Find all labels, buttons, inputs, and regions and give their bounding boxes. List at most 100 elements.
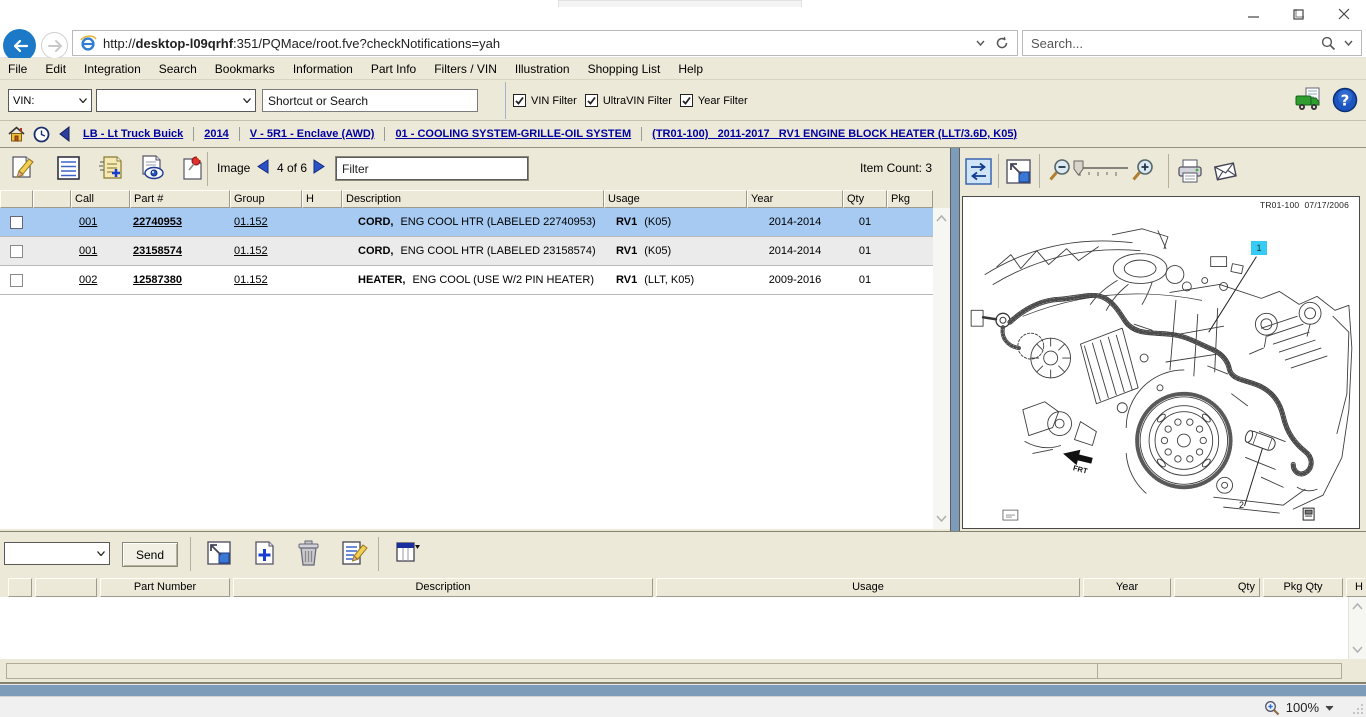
- columns-icon[interactable]: [395, 540, 421, 565]
- scroll-down-icon[interactable]: [1351, 643, 1364, 656]
- row-checkbox[interactable]: [10, 216, 23, 229]
- illustration-viewport[interactable]: TR01-100 07/17/2006 1 2 FRT: [962, 196, 1360, 529]
- fit-image-icon[interactable]: [1005, 158, 1032, 185]
- prev-image-icon[interactable]: [257, 159, 269, 174]
- search-input[interactable]: [1023, 36, 1321, 51]
- parts-row[interactable]: 001 22740953 01.152 CORD,ENG COOL HTR (L…: [0, 208, 933, 237]
- menu-item[interactable]: Bookmarks: [206, 62, 284, 76]
- swap-panel-icon[interactable]: [965, 158, 992, 185]
- column-header[interactable]: Year: [1083, 578, 1171, 597]
- column-header[interactable]: [0, 190, 33, 208]
- shopping-scrollbar[interactable]: [1348, 597, 1366, 659]
- delete-icon[interactable]: [296, 540, 321, 567]
- zoom-in-icon[interactable]: [1131, 158, 1155, 184]
- menu-item[interactable]: Edit: [36, 62, 75, 76]
- email-icon[interactable]: [1212, 158, 1239, 185]
- forward-button[interactable]: [41, 32, 68, 59]
- breadcrumb-link[interactable]: LB - Lt Truck Buick: [83, 128, 183, 140]
- part-number-link[interactable]: 22740953: [130, 216, 230, 228]
- panel-splitter[interactable]: [950, 148, 960, 531]
- preview-icon[interactable]: [139, 154, 168, 182]
- help-icon[interactable]: ?: [1332, 87, 1358, 113]
- history-icon[interactable]: [33, 126, 50, 143]
- edit-list-icon[interactable]: [340, 540, 368, 567]
- add-item-icon[interactable]: [252, 540, 278, 567]
- column-header[interactable]: Group: [230, 190, 302, 208]
- call-link[interactable]: 001: [71, 216, 130, 228]
- call-link[interactable]: 002: [71, 274, 130, 286]
- parts-scrollbar[interactable]: [933, 208, 950, 529]
- address-bar[interactable]: http://desktop-l09qrhf:351/PQMace/root.f…: [72, 30, 1018, 56]
- close-button[interactable]: [1321, 0, 1366, 28]
- menu-item[interactable]: Search: [150, 62, 206, 76]
- callout-1[interactable]: 1: [1251, 241, 1267, 255]
- column-header[interactable]: H: [1346, 578, 1366, 597]
- zoom-slider[interactable]: [1072, 160, 1130, 184]
- scroll-up-icon[interactable]: [1351, 600, 1364, 613]
- filter-checkbox[interactable]: Year Filter: [680, 94, 748, 107]
- shortcut-search-input[interactable]: [262, 89, 478, 112]
- breadcrumb-link[interactable]: 01 - COOLING SYSTEM-GRILLE-OIL SYSTEM: [395, 128, 631, 140]
- print-icon[interactable]: [1176, 158, 1204, 185]
- column-header[interactable]: [8, 578, 32, 597]
- column-header[interactable]: Description: [342, 190, 604, 208]
- zoom-control[interactable]: 100%: [1264, 697, 1334, 717]
- resize-grip[interactable]: [1352, 703, 1364, 715]
- column-header[interactable]: Usage: [656, 578, 1080, 597]
- search-dropdown-icon[interactable]: [1344, 40, 1353, 46]
- column-header[interactable]: Description: [233, 578, 653, 597]
- address-dropdown-icon[interactable]: [976, 40, 985, 46]
- browser-tab[interactable]: [558, 0, 802, 7]
- parts-row[interactable]: 002 12587380 01.152 HEATER,ENG COOL (USE…: [0, 266, 933, 295]
- callout-2[interactable]: 2: [1239, 500, 1244, 510]
- list-view-icon[interactable]: [55, 154, 82, 182]
- menu-item[interactable]: Part Info: [362, 62, 425, 76]
- scroll-down-icon[interactable]: [935, 512, 948, 525]
- row-checkbox[interactable]: [10, 274, 23, 287]
- home-icon[interactable]: [8, 126, 25, 142]
- group-link[interactable]: 01.152: [230, 274, 302, 286]
- column-header[interactable]: Pkg Qty: [1263, 578, 1343, 597]
- menu-item[interactable]: Filters / VIN: [425, 62, 506, 76]
- minimize-button[interactable]: [1231, 0, 1276, 28]
- parts-row[interactable]: 001 23158574 01.152 CORD,ENG COOL HTR (L…: [0, 237, 933, 266]
- scroll-up-icon[interactable]: [935, 212, 948, 225]
- column-header[interactable]: Year: [747, 190, 843, 208]
- row-checkbox[interactable]: [10, 245, 23, 258]
- menu-item[interactable]: Integration: [75, 62, 150, 76]
- search-icon[interactable]: [1321, 36, 1336, 51]
- column-header[interactable]: Part #: [130, 190, 230, 208]
- zoom-out-icon[interactable]: [1048, 158, 1072, 184]
- vin-value-select[interactable]: [96, 89, 256, 112]
- notes-icon[interactable]: [10, 154, 37, 182]
- column-header[interactable]: [35, 578, 97, 597]
- resize-panel-icon[interactable]: [206, 540, 232, 566]
- part-number-link[interactable]: 23158574: [130, 245, 230, 257]
- menu-item[interactable]: Shopping List: [579, 62, 670, 76]
- horizontal-scrollbar-track[interactable]: [6, 663, 1342, 679]
- call-link[interactable]: 001: [71, 245, 130, 257]
- column-header[interactable]: Qty: [1174, 578, 1260, 597]
- part-number-link[interactable]: 12587380: [130, 274, 230, 286]
- vin-type-select[interactable]: VIN:: [8, 89, 92, 112]
- column-header[interactable]: Call: [71, 190, 130, 208]
- next-image-icon[interactable]: [313, 159, 325, 174]
- shopping-table-body[interactable]: [0, 597, 1366, 659]
- menu-item[interactable]: Information: [284, 62, 362, 76]
- filter-input[interactable]: [336, 157, 528, 180]
- send-button[interactable]: Send: [122, 542, 178, 567]
- pushpin-icon[interactable]: [180, 154, 206, 182]
- column-header[interactable]: Pkg: [887, 190, 933, 208]
- column-header[interactable]: H: [302, 190, 342, 208]
- destination-select[interactable]: [4, 542, 110, 565]
- group-link[interactable]: 01.152: [230, 216, 302, 228]
- column-header[interactable]: Qty: [843, 190, 887, 208]
- menu-item[interactable]: Help: [669, 62, 712, 76]
- vehicle-info-icon[interactable]: [1294, 87, 1322, 113]
- menu-item[interactable]: Illustration: [506, 62, 579, 76]
- column-header[interactable]: Usage: [604, 190, 747, 208]
- column-header[interactable]: Part Number: [100, 578, 230, 597]
- menu-item[interactable]: File: [0, 62, 36, 76]
- column-header[interactable]: [33, 190, 71, 208]
- quick-list-icon[interactable]: [98, 154, 126, 182]
